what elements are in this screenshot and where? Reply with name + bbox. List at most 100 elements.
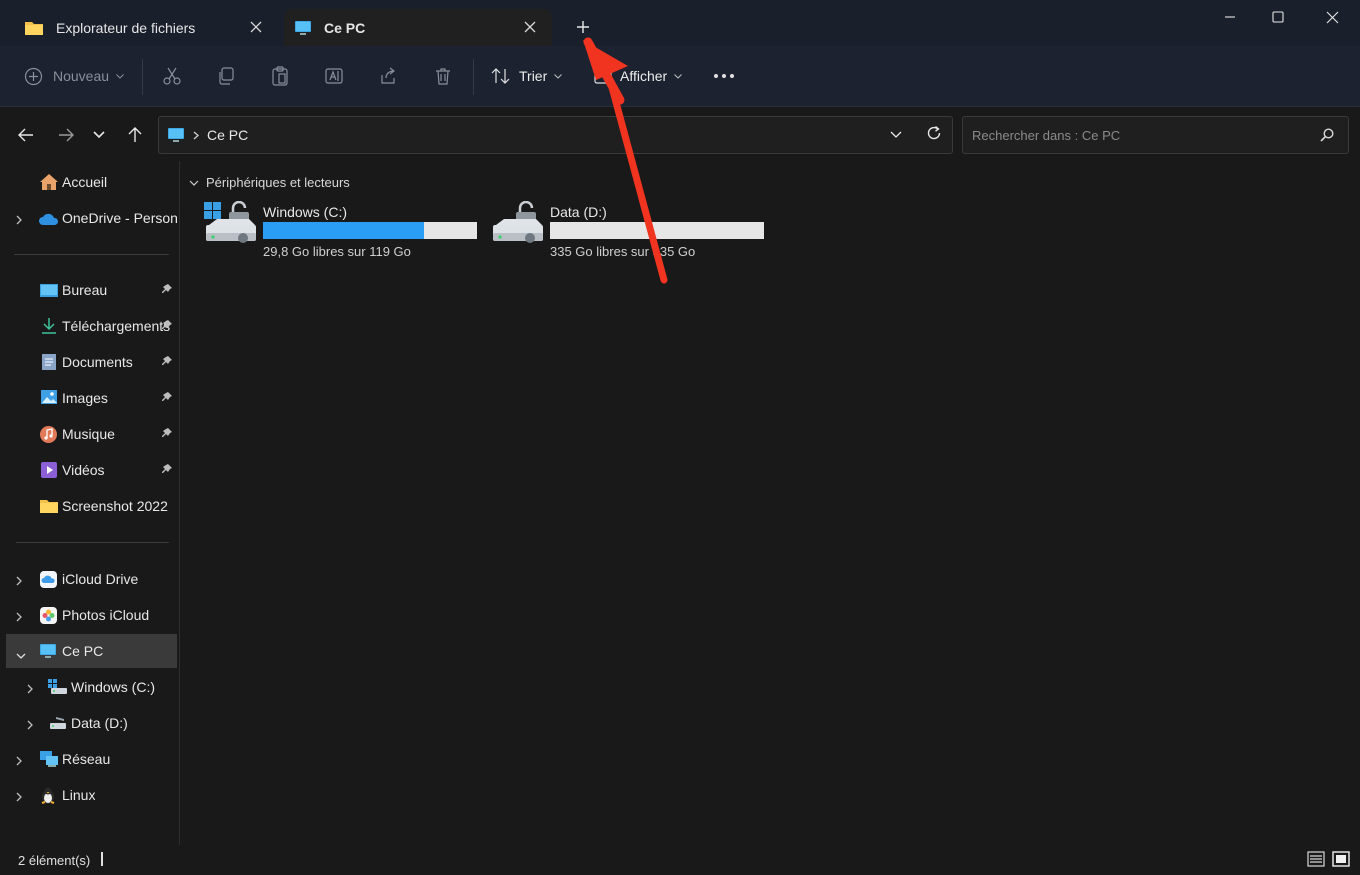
breadcrumb-ce-pc[interactable]: Ce PC xyxy=(207,127,248,143)
sidebar-item-data-d[interactable]: Data (D:) xyxy=(0,706,178,740)
sidebar-item-label: Windows (C:) xyxy=(71,679,156,695)
sidebar-item-telechargements[interactable]: Téléchargements xyxy=(0,309,178,343)
pin-icon[interactable] xyxy=(161,427,173,443)
drive-name: Windows (C:) xyxy=(263,204,348,220)
close-window-button[interactable] xyxy=(1312,4,1352,30)
more-icon xyxy=(714,74,734,78)
drive-free-space: 29,8 Go libres sur 119 Go xyxy=(263,244,411,259)
view-button[interactable]: Afficher xyxy=(594,61,683,91)
sidebar-item-label: Ce PC xyxy=(62,643,104,659)
command-bar: Nouveau Trier Afficher xyxy=(0,46,1360,107)
search-icon xyxy=(1320,128,1334,145)
tab-explorateur[interactable]: Explorateur de fichiers xyxy=(4,9,278,46)
tab-label: Ce PC xyxy=(324,19,366,36)
paste-button[interactable] xyxy=(270,61,290,91)
onedrive-icon xyxy=(38,212,60,229)
home-icon xyxy=(39,173,59,194)
minimize-button[interactable] xyxy=(1210,4,1250,30)
sidebar-item-onedrive[interactable]: OneDrive - Persona xyxy=(0,201,178,235)
sidebar-item-label: Vidéos xyxy=(62,462,105,478)
new-tab-button[interactable] xyxy=(570,14,596,40)
sidebar-item-label: OneDrive - Persona xyxy=(62,210,177,226)
address-dropdown-button[interactable] xyxy=(890,126,902,142)
sort-label: Trier xyxy=(519,68,548,84)
arrow-right-icon xyxy=(59,128,74,142)
new-button[interactable]: Nouveau xyxy=(24,61,124,91)
drive-c-icon xyxy=(48,679,68,698)
refresh-button[interactable] xyxy=(926,125,942,144)
sidebar-item-label: Téléchargements xyxy=(62,318,171,334)
back-button[interactable] xyxy=(15,124,37,146)
address-bar[interactable]: Ce PC xyxy=(158,116,953,154)
pin-icon[interactable] xyxy=(161,463,173,479)
close-icon[interactable] xyxy=(520,17,540,37)
drive-d-icon xyxy=(48,715,68,734)
tiles-view-button[interactable] xyxy=(1332,851,1350,867)
sidebar-item-label: iCloud Drive xyxy=(62,571,139,587)
chevron-right-icon[interactable] xyxy=(27,717,33,733)
details-view-button[interactable] xyxy=(1307,851,1325,867)
refresh-icon xyxy=(927,125,941,140)
music-icon xyxy=(39,425,58,447)
sidebar-item-documents[interactable]: Documents xyxy=(0,345,178,379)
view-label: Afficher xyxy=(620,68,668,84)
address-row: Ce PC Rechercher dans : Ce PC xyxy=(0,107,1360,161)
drive-usage-fill xyxy=(263,222,424,239)
pin-icon[interactable] xyxy=(161,283,173,299)
chevron-right-icon[interactable] xyxy=(16,789,22,805)
sidebar-item-label: Documents xyxy=(62,354,133,370)
sidebar-item-windows-c[interactable]: Windows (C:) xyxy=(0,670,178,704)
rename-button[interactable] xyxy=(324,61,344,91)
plus-icon xyxy=(577,21,589,33)
sidebar-item-label: Screenshot 2022 xyxy=(62,498,168,514)
sidebar-item-images[interactable]: Images xyxy=(0,381,178,415)
sidebar-item-label: Bureau xyxy=(62,282,108,298)
tiles-view-icon xyxy=(1332,851,1350,867)
cut-button[interactable] xyxy=(162,61,182,91)
sidebar-item-linux[interactable]: Linux xyxy=(0,778,178,812)
icloud-icon xyxy=(39,570,58,592)
sidebar-item-photos-icloud[interactable]: Photos iCloud xyxy=(0,598,178,632)
chevron-right-icon[interactable] xyxy=(16,573,22,589)
pin-icon[interactable] xyxy=(161,391,173,407)
up-button[interactable] xyxy=(124,124,146,146)
sidebar-item-ce-pc[interactable]: Ce PC xyxy=(6,634,177,668)
recent-locations-button[interactable] xyxy=(88,124,110,146)
tab-label: Explorateur de fichiers xyxy=(56,19,196,36)
tab-ce-pc[interactable]: Ce PC xyxy=(284,9,552,46)
chevron-down-icon xyxy=(674,73,683,79)
clipboard-icon xyxy=(272,66,288,86)
videos-icon xyxy=(40,461,58,482)
group-header-devices[interactable]: Périphériques et lecteurs xyxy=(189,175,350,190)
sidebar-item-screenshot-2022[interactable]: Screenshot 2022 xyxy=(0,489,178,523)
sidebar-item-label: Accueil xyxy=(62,174,108,190)
sidebar-item-reseau[interactable]: Réseau xyxy=(0,742,178,776)
chevron-right-icon[interactable] xyxy=(16,609,22,625)
maximize-button[interactable] xyxy=(1258,4,1298,30)
chevron-right-icon[interactable] xyxy=(27,681,33,697)
forward-button[interactable] xyxy=(55,124,77,146)
sidebar-item-label: Réseau xyxy=(62,751,111,767)
share-button[interactable] xyxy=(378,61,398,91)
copy-button[interactable] xyxy=(216,61,236,91)
sidebar-item-videos[interactable]: Vidéos xyxy=(0,453,178,487)
sort-button[interactable]: Trier xyxy=(491,61,563,91)
chevron-right-icon[interactable] xyxy=(16,212,22,228)
pin-icon[interactable] xyxy=(161,355,173,371)
sidebar-item-bureau[interactable]: Bureau xyxy=(0,273,178,307)
drive-tile-c[interactable]: Windows (C:) 29,8 Go libres sur 119 Go xyxy=(203,200,483,263)
search-input[interactable]: Rechercher dans : Ce PC xyxy=(962,116,1349,154)
more-options-button[interactable] xyxy=(713,61,735,91)
sidebar-item-musique[interactable]: Musique xyxy=(0,417,178,451)
sidebar-item-icloud-drive[interactable]: iCloud Drive xyxy=(0,562,178,596)
status-bar: 2 élément(s) xyxy=(0,845,1360,875)
close-icon[interactable] xyxy=(246,17,266,37)
monitor-icon xyxy=(39,643,57,662)
sidebar-item-accueil[interactable]: Accueil xyxy=(0,165,178,199)
pin-icon[interactable] xyxy=(161,319,173,335)
chevron-right-icon[interactable] xyxy=(16,753,22,769)
drive-tile-d[interactable]: Data (D:) 335 Go libres sur 335 Go xyxy=(490,200,770,263)
delete-button[interactable] xyxy=(433,61,453,91)
chevron-down-icon[interactable] xyxy=(16,646,26,662)
icloud-photos-icon xyxy=(39,606,58,628)
